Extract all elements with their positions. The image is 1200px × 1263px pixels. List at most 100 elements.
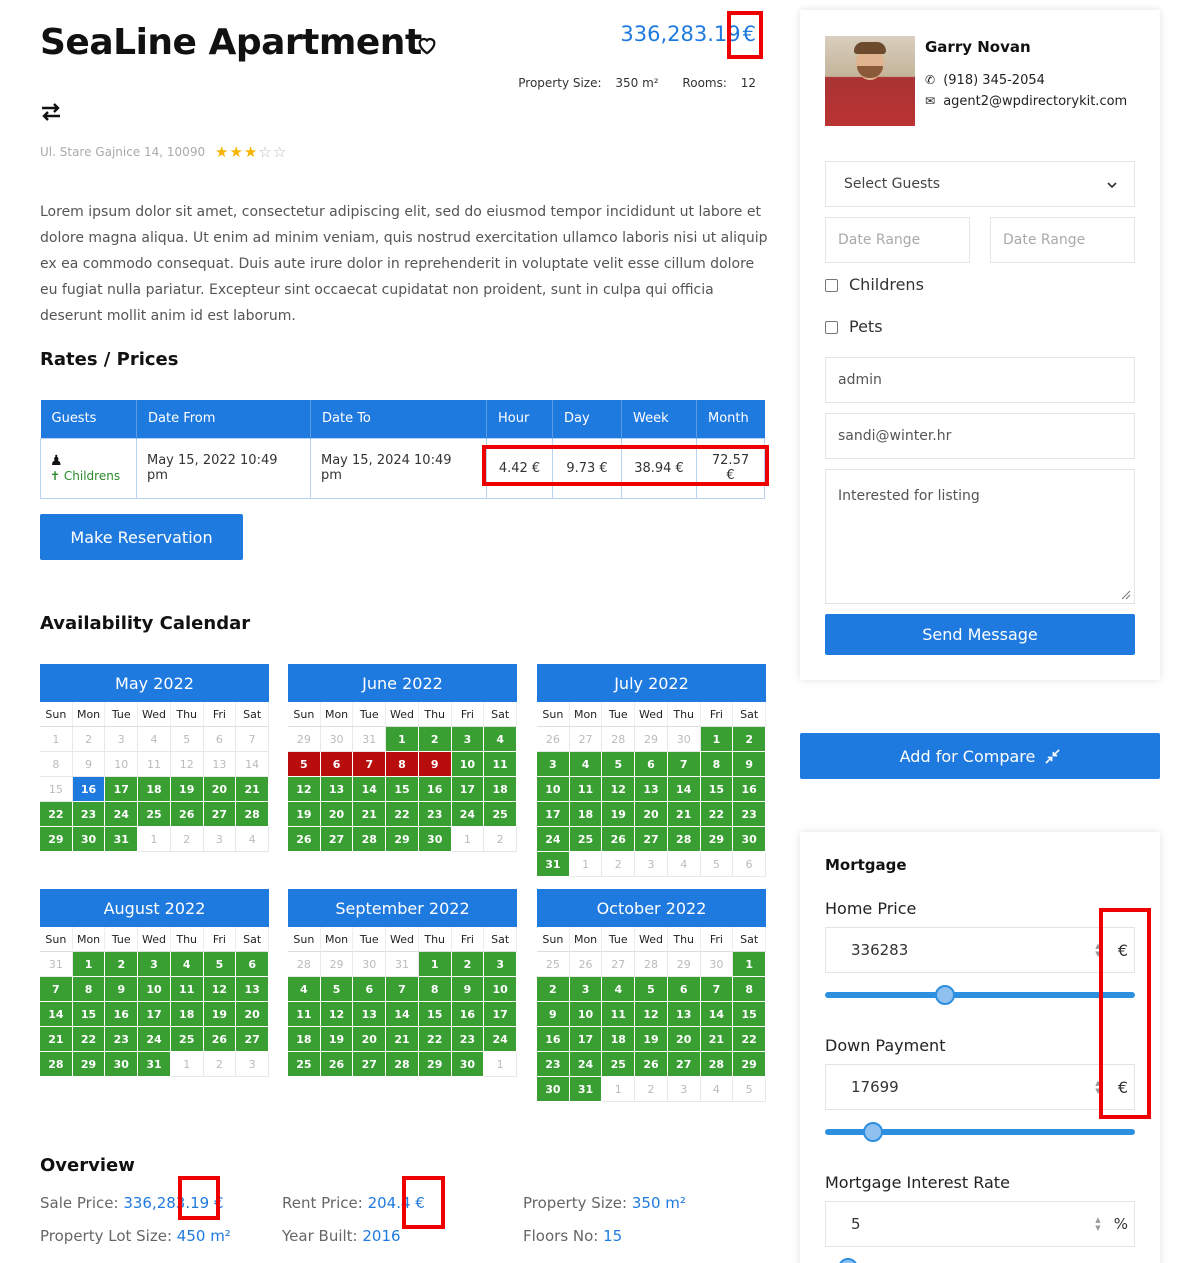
calendar-day-available[interactable]: 10	[484, 977, 517, 1002]
calendar-day-available[interactable]: 29	[72, 1052, 106, 1077]
message-field[interactable]: Interested for listing	[825, 469, 1135, 604]
calendar-day-available[interactable]: 17	[105, 777, 139, 802]
calendar-day-available[interactable]: 12	[203, 977, 237, 1002]
calendar-day-available[interactable]: 7	[40, 977, 73, 1002]
calendar-day-available[interactable]: 24	[138, 1027, 171, 1052]
calendar-day-available[interactable]: 20	[320, 802, 354, 827]
calendar-day-available[interactable]: 3	[537, 752, 570, 777]
calendar-day-available[interactable]: 17	[484, 1002, 517, 1027]
calendar-day-available[interactable]: 21	[700, 1027, 734, 1052]
calendar-day-booked[interactable]: 9	[418, 752, 452, 777]
calendar-day-available[interactable]: 31	[569, 1077, 603, 1102]
calendar-day-available[interactable]: 29	[386, 827, 419, 852]
calendar-day-available[interactable]: 2	[537, 977, 570, 1002]
calendar-day-booked[interactable]: 6	[320, 752, 354, 777]
calendar-day-available[interactable]: 27	[203, 802, 237, 827]
calendar-day-available[interactable]: 20	[203, 777, 237, 802]
calendar-day-available[interactable]: 31	[537, 852, 570, 877]
calendar-day-available[interactable]: 23	[72, 802, 106, 827]
calendar-day-available[interactable]: 21	[353, 802, 387, 827]
calendar-day-available[interactable]: 22	[72, 1027, 106, 1052]
calendar-day-available[interactable]: 16	[537, 1027, 570, 1052]
calendar-day-available[interactable]: 19	[602, 802, 636, 827]
calendar-day-available[interactable]: 7	[386, 977, 419, 1002]
calendar-day-available[interactable]: 19	[320, 1027, 354, 1052]
calendar-day-available[interactable]: 16	[105, 1002, 139, 1027]
calendar-day-available[interactable]: 1	[700, 727, 734, 752]
calendar-day-available[interactable]: 23	[537, 1052, 570, 1077]
calendar-day-available[interactable]: 19	[288, 802, 321, 827]
calendar-day-available[interactable]: 12	[635, 1002, 668, 1027]
calendar-day-available[interactable]: 21	[236, 777, 269, 802]
calendar-day-available[interactable]: 11	[569, 777, 603, 802]
calendar-day-available[interactable]: 26	[170, 802, 204, 827]
calendar-day-available[interactable]: 23	[451, 1027, 485, 1052]
calendar-day-available[interactable]: 6	[667, 977, 701, 1002]
calendar-day-booked[interactable]: 7	[353, 752, 387, 777]
calendar-day-available[interactable]: 13	[667, 1002, 701, 1027]
calendar-day-available[interactable]: 16	[733, 777, 766, 802]
calendar-day-available[interactable]: 7	[667, 752, 701, 777]
calendar-day-available[interactable]: 1	[72, 952, 106, 977]
calendar-day-available[interactable]: 18	[602, 1027, 636, 1052]
calendar-day-available[interactable]: 22	[700, 802, 734, 827]
calendar-day-available[interactable]: 19	[170, 777, 204, 802]
calendar-day-available[interactable]: 23	[733, 802, 766, 827]
calendar-day-available[interactable]: 11	[288, 1002, 321, 1027]
calendar-day-available[interactable]: 14	[386, 1002, 419, 1027]
calendar-day-available[interactable]: 1	[418, 952, 452, 977]
calendar-day-available[interactable]: 28	[236, 802, 269, 827]
calendar-day-available[interactable]: 3	[451, 727, 485, 752]
calendar-day-available[interactable]: 3	[138, 952, 171, 977]
heart-icon[interactable]	[416, 34, 438, 56]
calendar-day-available[interactable]: 1	[386, 727, 419, 752]
date-range-from[interactable]: Date Range	[825, 217, 970, 263]
calendar-day-available[interactable]: 13	[320, 777, 354, 802]
calendar-day-available[interactable]: 26	[320, 1052, 354, 1077]
calendar-day-available[interactable]: 24	[484, 1027, 517, 1052]
calendar-day-available[interactable]: 5	[203, 952, 237, 977]
calendar-day-available[interactable]: 12	[320, 1002, 354, 1027]
calendar-day-available[interactable]: 14	[40, 1002, 73, 1027]
calendar-day-available[interactable]: 7	[700, 977, 734, 1002]
calendar-day-available[interactable]: 11	[484, 752, 517, 777]
home-price-input[interactable]: 336283 ▲ ▼ €	[825, 927, 1135, 973]
calendar-day-available[interactable]: 27	[236, 1027, 269, 1052]
calendar-day-available[interactable]: 20	[667, 1027, 701, 1052]
calendar-day-available[interactable]: 4	[170, 952, 204, 977]
calendar-day-available[interactable]: 21	[667, 802, 701, 827]
calendar-day-available[interactable]: 30	[733, 827, 766, 852]
calendar-day-available[interactable]: 9	[537, 1002, 570, 1027]
calendar-day-available[interactable]: 17	[138, 1002, 171, 1027]
calendar-day-available[interactable]: 15	[418, 1002, 452, 1027]
calendar-day-available[interactable]: 30	[537, 1077, 570, 1102]
calendar-day-available[interactable]: 29	[40, 827, 73, 852]
calendar-day-available[interactable]: 28	[667, 827, 701, 852]
calendar-day-available[interactable]: 18	[484, 777, 517, 802]
calendar-day-available[interactable]: 25	[170, 1027, 204, 1052]
calendar-day-available[interactable]: 28	[40, 1052, 73, 1077]
down-payment-input[interactable]: 17699 ▲ ▼ €	[825, 1064, 1135, 1110]
calendar-day-available[interactable]: 12	[288, 777, 321, 802]
calendar-day-available[interactable]: 3	[484, 952, 517, 977]
calendar-day-available[interactable]: 28	[700, 1052, 734, 1077]
resize-handle-icon[interactable]	[1121, 590, 1131, 600]
calendar-day-available[interactable]: 18	[288, 1027, 321, 1052]
add-for-compare-button[interactable]: Add for Compare	[800, 733, 1160, 779]
calendar-day-available[interactable]: 9	[451, 977, 485, 1002]
calendar-day-available[interactable]: 21	[40, 1027, 73, 1052]
calendar-day-available[interactable]: 19	[635, 1027, 668, 1052]
agent-email[interactable]: ✉ agent2@wpdirectorykit.com	[925, 94, 1127, 109]
calendar-day-available[interactable]: 11	[602, 1002, 636, 1027]
calendar-day-available[interactable]: 25	[288, 1052, 321, 1077]
calendar-day-available[interactable]: 15	[700, 777, 734, 802]
calendar-day-available[interactable]: 5	[635, 977, 668, 1002]
calendar-day-available[interactable]: 28	[353, 827, 387, 852]
calendar-day-available[interactable]: 25	[138, 802, 171, 827]
agent-phone[interactable]: ✆ (918) 345-2054	[925, 73, 1045, 88]
calendar-day-available[interactable]: 26	[635, 1052, 668, 1077]
calendar-day-available[interactable]: 14	[700, 1002, 734, 1027]
email-field[interactable]: sandi@winter.hr	[825, 413, 1135, 459]
calendar-day-available[interactable]: 22	[386, 802, 419, 827]
pets-checkbox[interactable]	[825, 321, 838, 334]
